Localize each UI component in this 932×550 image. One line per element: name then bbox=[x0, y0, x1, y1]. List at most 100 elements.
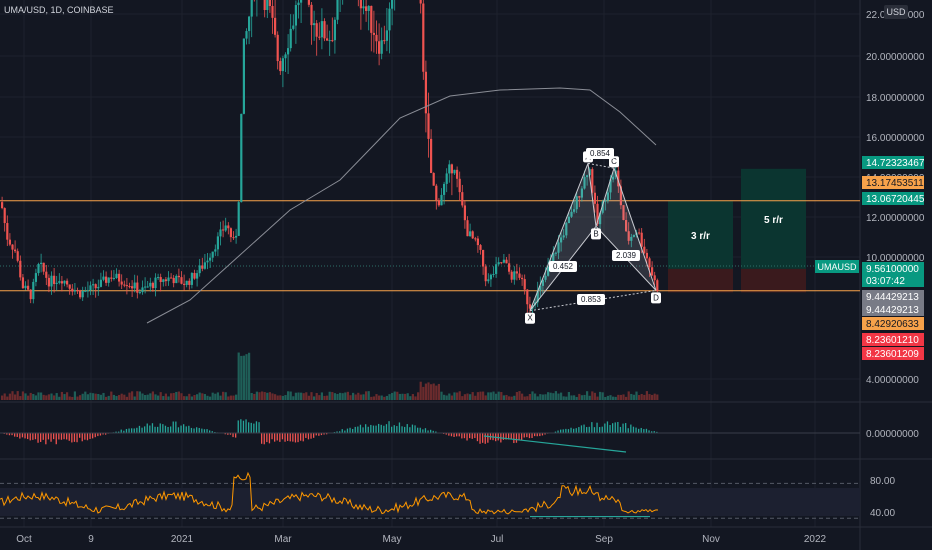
price-tick-label: 16.00000000 bbox=[866, 133, 925, 144]
volume-bar bbox=[227, 396, 230, 400]
candle bbox=[378, 41, 381, 54]
volume-bar bbox=[383, 396, 386, 400]
volume-bar bbox=[510, 396, 513, 400]
candle bbox=[115, 273, 118, 279]
candle bbox=[86, 290, 89, 292]
candle bbox=[372, 32, 375, 35]
oscillator-bar bbox=[396, 426, 398, 433]
ratio-label: 0.853 bbox=[581, 295, 602, 304]
oscillator-bar bbox=[240, 419, 242, 433]
time-tick-label: May bbox=[383, 534, 402, 545]
candle bbox=[643, 246, 646, 253]
oscillator-bar bbox=[271, 433, 273, 440]
oscillator-bar bbox=[593, 427, 596, 433]
oscillator-bar bbox=[588, 426, 590, 433]
volume-bar bbox=[151, 391, 154, 400]
volume-bar bbox=[440, 391, 443, 400]
candle bbox=[170, 277, 173, 279]
oscillator-bar bbox=[289, 433, 291, 442]
oscillator-bar bbox=[63, 433, 65, 440]
volume-bar bbox=[354, 394, 357, 400]
volume-bar bbox=[391, 392, 394, 400]
candle bbox=[180, 277, 183, 284]
oscillator-bar bbox=[294, 433, 297, 443]
oscillator-bar bbox=[580, 425, 583, 433]
volume-bar bbox=[175, 391, 178, 400]
rsi-tick-label: 40.00 bbox=[870, 508, 895, 519]
candle bbox=[128, 286, 131, 288]
candle bbox=[648, 258, 651, 268]
oscillator-bar bbox=[515, 433, 518, 443]
oscillator-bar bbox=[599, 427, 601, 433]
candle bbox=[476, 238, 479, 246]
price-badge-text: 14.72323467 bbox=[866, 158, 925, 169]
oscillator-bar bbox=[398, 422, 401, 433]
candle bbox=[489, 274, 492, 280]
oscillator-bar bbox=[164, 425, 167, 433]
oscillator-bar bbox=[79, 433, 81, 438]
risk-zone bbox=[741, 268, 806, 293]
pattern-point-label: B bbox=[593, 229, 598, 238]
volume-bar bbox=[372, 396, 375, 400]
volume-bar bbox=[237, 352, 240, 400]
oscillator-bar bbox=[606, 421, 609, 433]
volume-bar bbox=[73, 391, 76, 400]
oscillator-bar bbox=[367, 426, 369, 433]
oscillator-bar bbox=[302, 433, 304, 442]
volume-bar bbox=[232, 395, 235, 400]
candle bbox=[201, 265, 204, 269]
oscillator-bar bbox=[388, 421, 390, 433]
candle bbox=[37, 263, 40, 274]
volume-bar bbox=[245, 354, 248, 400]
candle bbox=[250, 0, 253, 17]
volume-bar bbox=[547, 392, 550, 400]
oscillator-bar bbox=[604, 423, 606, 433]
volume-bar bbox=[409, 396, 412, 400]
candle bbox=[461, 192, 464, 206]
candle bbox=[183, 283, 186, 285]
oscillator-bar bbox=[640, 427, 642, 433]
candle bbox=[175, 275, 178, 284]
price-tick-label: 4.00000000 bbox=[866, 375, 919, 386]
volume-bar bbox=[261, 391, 264, 400]
candle bbox=[437, 200, 440, 206]
pattern-point-label: X bbox=[527, 314, 533, 323]
volume-bar bbox=[185, 396, 188, 400]
volume-bar bbox=[554, 391, 557, 400]
volume-bar bbox=[274, 394, 277, 400]
volume-bar bbox=[367, 391, 370, 400]
currency-label[interactable]: USD bbox=[884, 5, 908, 19]
volume-bar bbox=[357, 392, 360, 400]
oscillator-bar bbox=[170, 426, 172, 433]
volume-bar bbox=[203, 394, 206, 400]
oscillator-bar bbox=[258, 422, 260, 433]
oscillator-bar bbox=[162, 424, 164, 433]
oscillator-bar bbox=[58, 433, 60, 440]
pattern-point-label: D bbox=[653, 293, 659, 302]
candle bbox=[391, 0, 394, 9]
oscillator-bar bbox=[562, 429, 564, 433]
volume-bar bbox=[567, 392, 570, 400]
volume-bar bbox=[596, 396, 599, 400]
trading-chart[interactable]: 3 r/r5 r/r XABCD0.8540.4522.0390.853 22.… bbox=[0, 0, 932, 550]
volume-bar bbox=[211, 392, 214, 400]
candle bbox=[497, 262, 500, 265]
oscillator-bar bbox=[359, 424, 362, 433]
volume-bar bbox=[575, 396, 578, 400]
oscillator-bar bbox=[255, 421, 258, 433]
oscillator-bar bbox=[502, 433, 505, 440]
candle bbox=[513, 271, 516, 280]
price-badge-text: 03:07:42 bbox=[866, 276, 905, 287]
volume-bar bbox=[331, 392, 334, 400]
candle bbox=[276, 34, 279, 62]
oscillator-bar bbox=[201, 428, 203, 433]
oscillator-bar bbox=[266, 433, 268, 443]
candle bbox=[154, 277, 157, 289]
volume-bar bbox=[346, 391, 349, 400]
price-tick-label: 12.00000000 bbox=[866, 213, 925, 224]
oscillator-bar bbox=[276, 433, 278, 441]
time-tick-label: 2021 bbox=[171, 534, 194, 545]
volume-bar bbox=[216, 392, 219, 400]
volume-bar bbox=[544, 394, 547, 400]
candle bbox=[326, 38, 329, 41]
